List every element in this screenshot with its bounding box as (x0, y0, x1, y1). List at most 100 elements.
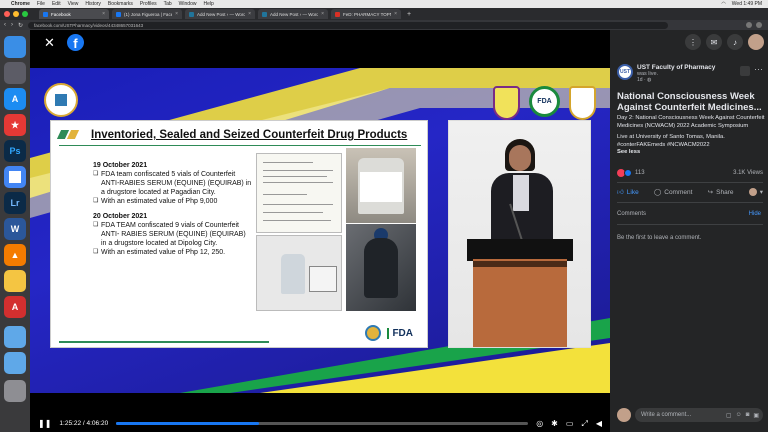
post-location-text: Live at University of Santo Tomas, Manil… (617, 134, 725, 155)
entry-bullet: FDA team confiscated 5 vials of Counterf… (93, 170, 253, 197)
post-time: 1d · ◍ (637, 77, 652, 83)
menu-grid-icon[interactable]: ⋮ (685, 34, 701, 50)
reactions-row[interactable]: 113 3.1K Views (617, 169, 763, 177)
pause-icon[interactable]: ❚❚ (38, 419, 51, 428)
live-video-icon[interactable] (740, 66, 750, 76)
dock-folder-icon[interactable] (4, 326, 26, 348)
divider (617, 202, 763, 203)
address-bar[interactable]: facebook.com/USTPharmacy/videos/44348657… (28, 21, 669, 29)
menu-window[interactable]: Window (179, 1, 197, 7)
tab-close-icon[interactable]: × (394, 11, 397, 17)
menu-view[interactable]: View (68, 1, 79, 7)
reload-icon[interactable]: ↻ (18, 22, 23, 29)
tab-label: Add New Post ‹ — WordPress (270, 11, 319, 17)
menu-history[interactable]: History (85, 1, 101, 7)
camera-icon[interactable]: ◙ (746, 412, 750, 418)
tab-close-icon[interactable]: × (102, 11, 105, 17)
chevron-down-icon: ▾ (759, 189, 763, 196)
pip-icon[interactable]: ▭ (566, 419, 574, 428)
see-less-link[interactable]: See less (617, 149, 640, 155)
like-button[interactable]: 👍︎ Like (617, 188, 639, 197)
more-options-icon[interactable]: ⋯ (754, 64, 763, 83)
tab-label: Add New Post ‹ — WordPress (197, 11, 246, 17)
pharmacy-shield-logo (493, 86, 520, 120)
thumbs-up-icon: 👍︎ (617, 189, 624, 196)
partner-logos: FDA (493, 86, 596, 120)
dock-finder-icon[interactable] (4, 36, 26, 58)
page-name[interactable]: UST Faculty of Pharmacy (637, 64, 715, 71)
comment-button[interactable]: ◯ Comment (654, 188, 692, 197)
seek-bar[interactable] (116, 422, 529, 425)
menu-edit[interactable]: Edit (52, 1, 61, 7)
video-frame[interactable]: FDA Inventoried, Sealed and Seized Count… (30, 68, 610, 393)
volume-icon[interactable]: ◀ (596, 419, 602, 428)
emoji-icon[interactable]: ☺ (736, 412, 742, 418)
profile-avatar[interactable] (756, 22, 762, 28)
dock-launchpad-icon[interactable] (4, 62, 26, 84)
dock-vlc-icon[interactable]: ▲ (4, 244, 26, 266)
sticker-icon[interactable]: ▢ (726, 412, 732, 419)
menu-tab[interactable]: Tab (164, 1, 172, 7)
menu-file[interactable]: File (37, 1, 45, 7)
react-as-selector[interactable]: ▾ (748, 188, 763, 196)
extension-icon[interactable] (746, 22, 752, 28)
dock-chrome-icon[interactable] (4, 166, 26, 188)
back-arrow-icon[interactable]: ‹ (4, 22, 6, 28)
menu-bookmarks[interactable]: Bookmarks (108, 1, 133, 7)
tab-close-icon[interactable]: × (321, 11, 324, 17)
hide-comments-link[interactable]: Hide (749, 211, 761, 217)
empty-comments-message: Be the first to leave a comment. (617, 235, 702, 241)
menubar-clock[interactable]: Wed 1:49 PM (732, 1, 762, 7)
fullscreen-icon[interactable]: ⤢ (581, 419, 587, 429)
dock-trash-icon[interactable] (4, 380, 26, 402)
window-close-button[interactable] (4, 11, 10, 17)
share-button[interactable]: ↪ Share (707, 188, 734, 197)
comments-header: Comments Hide (610, 206, 768, 222)
window-minimize-button[interactable] (13, 11, 19, 17)
browser-tab[interactable]: (1) Jona Figueroa | Facebook × (112, 9, 182, 19)
post-actions: 👍︎ Like ◯ Comment ↪ Share ▾ (617, 188, 763, 196)
site-favicon-icon (335, 11, 340, 17)
inspection-photo (346, 224, 416, 311)
dock-acrobat-icon[interactable]: A (4, 296, 26, 318)
dock-word-icon[interactable]: W (4, 218, 26, 240)
browser-tab[interactable]: Add New Post ‹ — WordPress × (258, 9, 328, 19)
dock-lightroom-icon[interactable]: Lr (4, 192, 26, 214)
menu-app[interactable]: Chrome (11, 1, 30, 7)
dock-app-red-icon[interactable]: ★ (4, 114, 26, 136)
menu-profiles[interactable]: Profiles (140, 1, 157, 7)
page-avatar[interactable]: UST (617, 64, 633, 80)
entry-bullet: With an estimated value of Php 9,000 (93, 197, 253, 206)
dock-photoshop-icon[interactable]: Ps (4, 140, 26, 162)
view-count: 3.1K Views (733, 170, 763, 176)
comment-input[interactable]: Write a comment... ▢ ☺ ◙ ▣ (635, 408, 763, 422)
account-avatar (748, 188, 757, 196)
forward-arrow-icon[interactable]: › (11, 22, 13, 28)
menu-help[interactable]: Help (203, 1, 213, 7)
facebook-logo-icon[interactable]: f (66, 34, 84, 51)
notifications-bell-icon[interactable]: ♪ (727, 34, 743, 50)
close-icon[interactable]: ✕ (44, 35, 55, 51)
browser-tab[interactable]: Facebook × (39, 9, 109, 19)
share-icon: ↪ (707, 189, 714, 196)
gif-icon[interactable]: ▣ (753, 412, 763, 419)
reaction-count[interactable]: 113 (635, 170, 645, 176)
account-avatar[interactable] (748, 34, 764, 50)
settings-gear-icon[interactable]: ✱ (551, 419, 558, 428)
tab-close-icon[interactable]: × (175, 11, 178, 17)
dock-folder-icon[interactable] (4, 352, 26, 374)
vial-photo (346, 148, 416, 223)
post-hashtags[interactable]: #conterFAKEmeds #NCWACM2022 (617, 142, 710, 148)
tab-close-icon[interactable]: × (248, 11, 251, 17)
captions-icon[interactable]: ◎ (536, 419, 543, 428)
dock-notes-icon[interactable] (4, 270, 26, 292)
viewer-header: ✕ f (44, 34, 84, 51)
window-zoom-button[interactable] (22, 11, 28, 17)
browser-tab[interactable]: FeD: PHARMACY TOPNOTCH... × (331, 9, 401, 19)
comments-tab[interactable]: Comments (617, 211, 646, 217)
dock-app-store-icon[interactable]: A (4, 88, 26, 110)
wifi-icon[interactable]: ◠ (721, 1, 725, 7)
messenger-icon[interactable]: ✉ (706, 34, 722, 50)
browser-tab[interactable]: Add New Post ‹ — WordPress × (185, 9, 255, 19)
new-tab-button[interactable]: + (404, 11, 414, 18)
